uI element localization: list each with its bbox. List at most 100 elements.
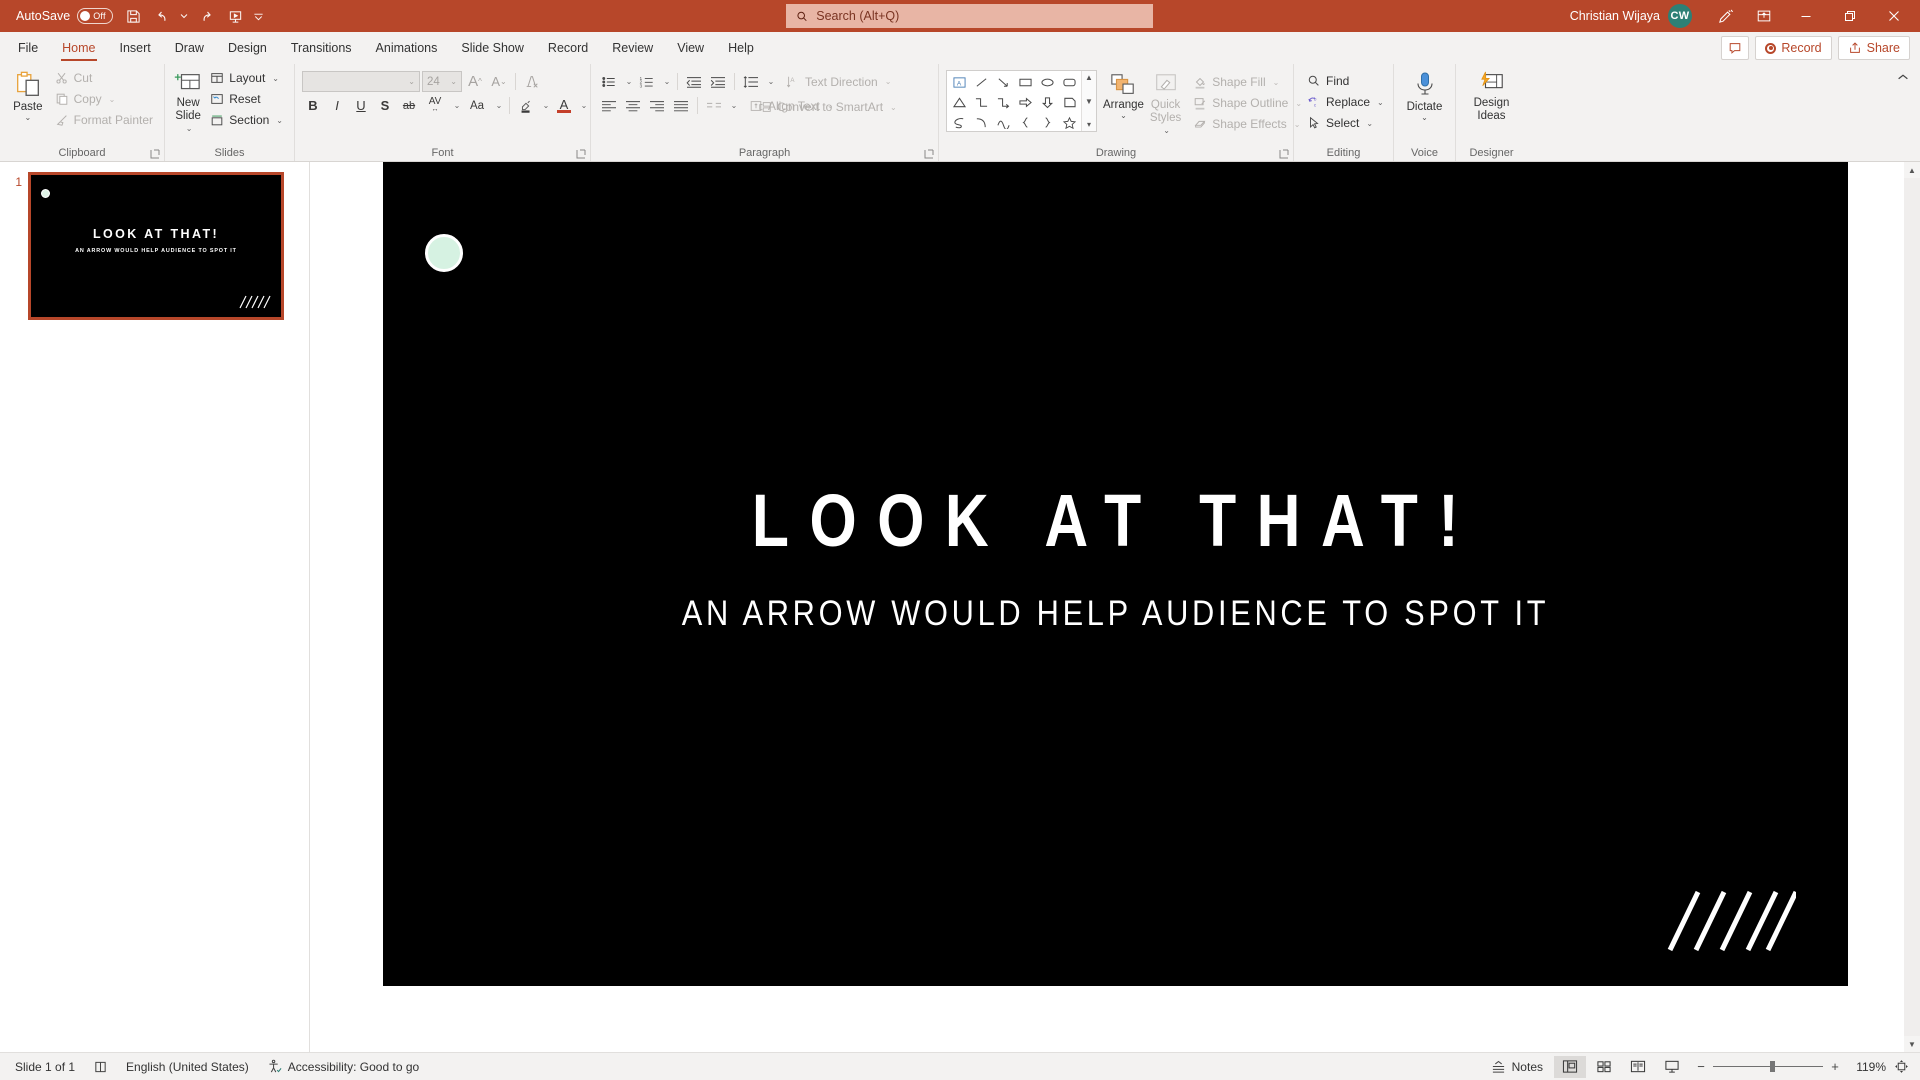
change-case-dropdown[interactable]: ⌄ <box>492 95 504 116</box>
slide-show-view-button[interactable] <box>1656 1056 1688 1078</box>
language-status[interactable]: English (United States) <box>117 1056 258 1078</box>
minimize-button[interactable] <box>1784 0 1828 32</box>
chevron-down-icon[interactable]: ⌄ <box>890 103 897 112</box>
save-icon[interactable] <box>119 3 147 29</box>
chevron-down-icon[interactable]: ⌄ <box>109 95 116 104</box>
redo-icon[interactable] <box>193 3 221 29</box>
shape-effects-button[interactable]: Shape Effects ⌄ <box>1189 114 1306 134</box>
chevron-down-icon[interactable]: ⌄ <box>1366 119 1373 128</box>
scroll-up-icon[interactable]: ▲ <box>1908 162 1916 178</box>
reset-button[interactable]: Reset <box>206 89 287 109</box>
chevron-down-icon[interactable]: ⌄ <box>1377 98 1384 107</box>
scrollbar-track[interactable] <box>1904 178 1920 1036</box>
avatar[interactable]: CW <box>1668 4 1692 28</box>
search-box[interactable] <box>786 4 1153 28</box>
tab-view[interactable]: View <box>665 32 716 64</box>
tab-help[interactable]: Help <box>716 32 766 64</box>
text-highlight-color-button[interactable] <box>515 95 537 116</box>
triangle-shape[interactable] <box>948 92 970 112</box>
scroll-down-icon[interactable]: ▼ <box>1085 97 1093 106</box>
tab-slide-show[interactable]: Slide Show <box>449 32 536 64</box>
change-case-button[interactable]: Aa <box>464 95 490 116</box>
clipboard-dialog-launcher[interactable] <box>149 148 161 160</box>
tab-file[interactable]: File <box>6 32 50 64</box>
chevron-down-icon[interactable]: ⌄ <box>272 74 279 83</box>
decrease-font-size-button[interactable]: A ⌄ <box>488 71 510 92</box>
elbow-arrow-connector-shape[interactable] <box>992 92 1014 112</box>
character-spacing-button[interactable]: AV ↔ <box>422 95 448 116</box>
arrange-button[interactable]: Arrange ⌄ <box>1103 70 1144 120</box>
zoom-out-button[interactable]: − <box>1696 1059 1706 1074</box>
close-button[interactable] <box>1872 0 1916 32</box>
customize-quick-access-toolbar-icon[interactable] <box>249 3 267 29</box>
section-button[interactable]: Section ⌄ <box>206 110 287 130</box>
font-size-combobox[interactable]: 24 ⌄ <box>422 71 462 92</box>
bullets-button[interactable] <box>598 71 620 92</box>
zoom-level[interactable]: 119% <box>1848 1060 1886 1074</box>
zoom-track[interactable] <box>1713 1061 1823 1072</box>
chevron-down-icon[interactable]: ⌄ <box>1120 112 1127 120</box>
vertical-scrollbar[interactable]: ▲ ▼ <box>1904 162 1920 1052</box>
tab-review[interactable]: Review <box>600 32 665 64</box>
text-shadow-button[interactable]: S <box>374 95 396 116</box>
chevron-down-icon[interactable]: ⌄ <box>1163 126 1170 135</box>
character-spacing-dropdown[interactable]: ⌄ <box>450 95 462 116</box>
slide-subtitle[interactable]: AN ARROW WOULD HELP AUDIENCE TO SPOT IT <box>470 596 1759 631</box>
chevron-down-icon[interactable]: ⌄ <box>276 116 283 125</box>
scribble-shape[interactable] <box>948 112 970 132</box>
right-brace-shape[interactable] <box>1036 112 1058 132</box>
design-ideas-button[interactable]: Design Ideas <box>1463 68 1520 122</box>
autosave-toggle[interactable]: AutoSave Off <box>8 4 119 28</box>
restore-button[interactable] <box>1828 0 1872 32</box>
replace-button[interactable]: bc Replace ⌄ <box>1303 92 1388 112</box>
find-button[interactable]: Find <box>1303 71 1388 91</box>
chevron-down-icon[interactable]: ⌄ <box>403 77 415 86</box>
zoom-in-button[interactable]: + <box>1830 1059 1840 1074</box>
freeform-shape[interactable] <box>992 112 1014 132</box>
shape-outline-button[interactable]: Shape Outline ⌄ <box>1189 93 1306 113</box>
chevron-down-icon[interactable]: ⌄ <box>1273 78 1280 87</box>
start-presentation-icon[interactable] <box>221 3 249 29</box>
ribbon-pen-icon[interactable] <box>1706 0 1744 32</box>
select-button[interactable]: Select ⌄ <box>1303 113 1388 133</box>
underline-button[interactable]: U <box>350 95 372 116</box>
paste-button[interactable]: Paste ⌄ <box>7 68 49 122</box>
quick-styles-button[interactable]: Quick Styles ⌄ <box>1150 70 1181 137</box>
tab-design[interactable]: Design <box>216 32 279 64</box>
shapes-gallery[interactable]: A ▲ ▼ ▾ <box>946 70 1097 132</box>
chevron-down-icon[interactable]: ⌄ <box>24 114 31 122</box>
record-button[interactable]: Record <box>1755 36 1832 60</box>
down-arrow-shape[interactable] <box>1036 92 1058 112</box>
italic-button[interactable]: I <box>326 95 348 116</box>
text-highlight-dropdown[interactable]: ⌄ <box>539 95 551 116</box>
tab-record[interactable]: Record <box>536 32 600 64</box>
zoom-handle[interactable] <box>1770 1061 1776 1072</box>
right-arrow-shape[interactable] <box>1014 92 1036 112</box>
drawing-dialog-launcher[interactable] <box>1278 148 1290 160</box>
rounded-rectangle-shape[interactable] <box>1058 72 1080 92</box>
elbow-connector-shape[interactable] <box>970 92 992 112</box>
slide-count[interactable]: Slide 1 of 1 <box>6 1056 84 1078</box>
bold-button[interactable]: B <box>302 95 324 116</box>
chevron-down-icon[interactable]: ⌄ <box>885 77 892 86</box>
line-spacing-dropdown[interactable]: ⌄ <box>764 71 776 92</box>
star-shape[interactable] <box>1058 112 1080 132</box>
font-color-button[interactable]: A <box>553 95 575 116</box>
arrow-shape[interactable] <box>992 72 1014 92</box>
tab-transitions[interactable]: Transitions <box>279 32 364 64</box>
increase-font-size-button[interactable]: A ^ <box>464 71 486 92</box>
oval-shape[interactable] <box>1036 72 1058 92</box>
spell-check-status[interactable] <box>84 1056 117 1078</box>
scroll-up-icon[interactable]: ▲ <box>1085 73 1093 82</box>
paragraph-dialog-launcher[interactable] <box>923 148 935 160</box>
numbering-dropdown[interactable]: ⌄ <box>660 71 672 92</box>
rectangle-shape[interactable] <box>1014 72 1036 92</box>
reading-view-button[interactable] <box>1622 1056 1654 1078</box>
normal-view-button[interactable] <box>1554 1055 1586 1078</box>
font-dialog-launcher[interactable] <box>575 148 587 160</box>
font-color-dropdown[interactable]: ⌄ <box>577 95 589 116</box>
accessibility-status[interactable]: Accessibility: Good to go <box>258 1056 428 1078</box>
tab-animations[interactable]: Animations <box>364 32 450 64</box>
slide-title[interactable]: LOOK AT THAT! <box>514 484 1715 558</box>
numbering-button[interactable]: 1 2 3 <box>636 71 658 92</box>
